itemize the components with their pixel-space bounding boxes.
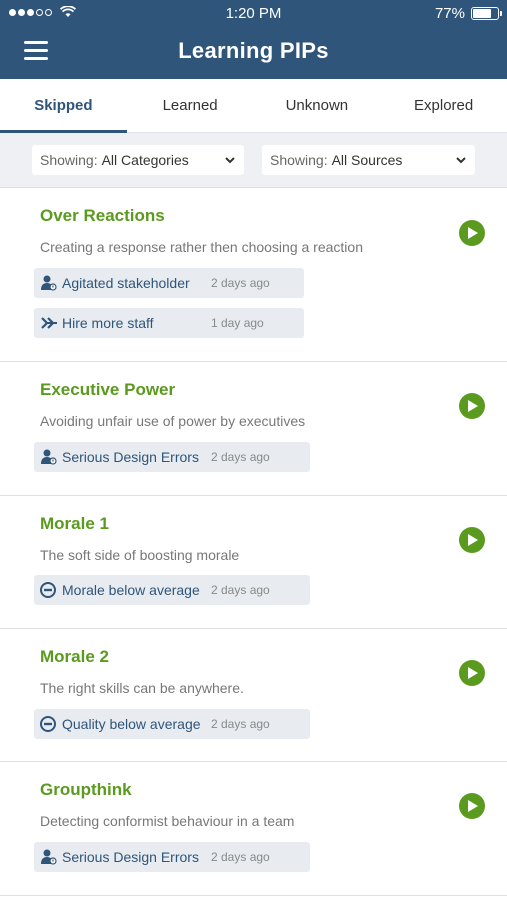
person-badge-icon: [40, 449, 58, 465]
double-arrow-icon: [40, 315, 58, 331]
tab-skipped[interactable]: Skipped: [0, 79, 127, 133]
filter-bar: Showing: All Categories Showing: All Sou…: [0, 133, 507, 188]
battery-icon: [471, 7, 502, 20]
pip-card-executive-power[interactable]: Executive Power Avoiding unfair use of p…: [0, 362, 507, 496]
pip-tag-time: 2 days ago: [211, 276, 270, 290]
tab-explored[interactable]: Explored: [380, 79, 507, 132]
pip-tag-chip[interactable]: Serious Design Errors 2 days ago: [34, 842, 310, 872]
category-filter-value: All Categories: [101, 152, 189, 168]
play-icon[interactable]: [459, 793, 485, 819]
source-filter-prefix: Showing:: [270, 152, 328, 168]
play-icon[interactable]: [459, 393, 485, 419]
pip-title: Executive Power: [40, 380, 176, 399]
category-filter-prefix: Showing:: [40, 152, 98, 168]
tab-learned[interactable]: Learned: [127, 79, 254, 132]
category-filter-select[interactable]: Showing: All Categories: [32, 145, 244, 175]
tab-bar: Skipped Learned Unknown Explored: [0, 79, 507, 133]
pip-tag-label: Serious Design Errors: [62, 449, 199, 465]
pip-tag-label: Hire more staff: [62, 315, 154, 331]
chevron-down-icon: [224, 152, 236, 171]
pip-tag-chip[interactable]: Morale below average 2 days ago: [34, 575, 310, 605]
pip-card-morale-2[interactable]: Morale 2 The right skills can be anywher…: [0, 629, 507, 762]
pip-card-morale-1[interactable]: Morale 1 The soft side of boosting moral…: [0, 496, 507, 629]
chevron-down-icon: [455, 152, 467, 171]
pip-description: The right skills can be anywhere.: [40, 680, 244, 696]
pip-description: Avoiding unfair use of power by executiv…: [40, 413, 306, 429]
pip-tag-chip[interactable]: Hire more staff 1 day ago: [34, 308, 304, 338]
pip-title: Morale 1: [40, 514, 109, 533]
pip-tag-label: Agitated stakeholder: [62, 275, 190, 291]
play-icon[interactable]: [459, 660, 485, 686]
source-filter-value: All Sources: [331, 152, 403, 168]
pip-tag-chip[interactable]: Serious Design Errors 2 days ago: [34, 442, 310, 472]
pip-description: Creating a response rather then choosing…: [40, 239, 363, 255]
pip-card-over-reactions[interactable]: Over Reactions Creating a response rathe…: [0, 188, 507, 362]
person-badge-icon: [40, 849, 58, 865]
pip-tag-label: Quality below average: [62, 716, 201, 732]
tab-unknown[interactable]: Unknown: [254, 79, 381, 132]
pip-tag-time: 2 days ago: [211, 583, 270, 597]
source-filter-select[interactable]: Showing: All Sources: [262, 145, 475, 175]
pip-description: Detecting conformist behaviour in a team: [40, 813, 295, 829]
pip-tag-time: 2 days ago: [211, 450, 270, 464]
play-icon[interactable]: [459, 220, 485, 246]
pip-title: Groupthink: [40, 780, 132, 799]
person-badge-icon: [40, 275, 58, 291]
pip-tag-chip[interactable]: Agitated stakeholder 2 days ago: [34, 268, 304, 298]
pip-tag-chip[interactable]: Quality below average 2 days ago: [34, 709, 310, 739]
pip-tag-time: 1 day ago: [211, 316, 264, 330]
pip-card-groupthink[interactable]: Groupthink Detecting conformist behaviou…: [0, 762, 507, 896]
page-title: Learning PIPs: [178, 38, 329, 63]
pip-tag-label: Morale below average: [62, 582, 200, 598]
pip-tag-label: Serious Design Errors: [62, 849, 199, 865]
minus-circle-icon: [40, 716, 58, 732]
pip-title: Morale 2: [40, 647, 109, 666]
play-icon[interactable]: [459, 527, 485, 553]
status-bar: 1:20 PM 77%: [0, 0, 507, 26]
minus-circle-icon: [40, 582, 58, 598]
pip-tag-time: 2 days ago: [211, 717, 270, 731]
pip-description: The soft side of boosting morale: [40, 547, 240, 563]
battery-percent: 77%: [434, 5, 465, 22]
status-time: 1:20 PM: [225, 5, 282, 22]
app-header: 1:20 PM 77% Learning PIPs: [0, 0, 507, 79]
pip-tag-time: 2 days ago: [211, 850, 270, 864]
battery-indicator: 77%: [434, 5, 502, 22]
pip-title: Over Reactions: [40, 206, 165, 225]
